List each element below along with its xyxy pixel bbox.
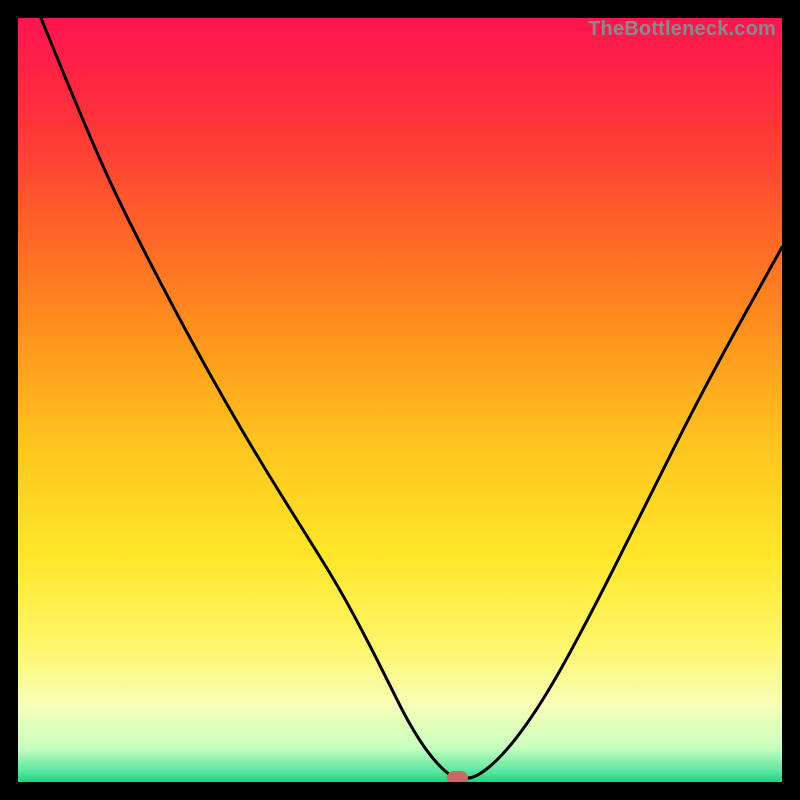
bottleneck-curve [18, 18, 782, 782]
chart-frame: TheBottleneck.com [0, 0, 800, 800]
plot-area: TheBottleneck.com [18, 18, 782, 782]
